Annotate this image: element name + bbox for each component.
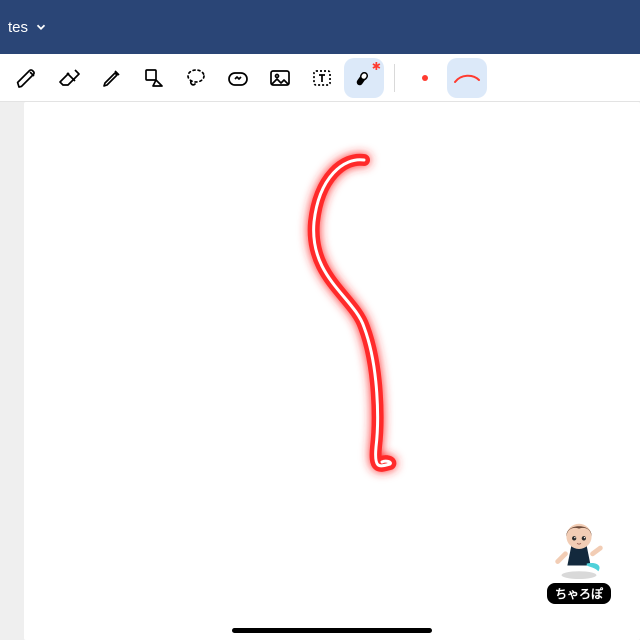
document-title-text: tes	[8, 19, 28, 36]
app-root: tes ✱	[0, 0, 640, 640]
lasso-tool[interactable]	[176, 58, 216, 98]
stroke-preview[interactable]	[447, 58, 487, 98]
left-gutter	[0, 102, 24, 640]
drawing-canvas[interactable]: ちゃろぽ	[24, 102, 640, 640]
highlighter-tool[interactable]	[92, 58, 132, 98]
text-icon	[310, 66, 334, 90]
laser-pointer-tool[interactable]: ✱	[344, 58, 384, 98]
lasso-icon	[184, 66, 208, 90]
content-area: ちゃろぽ	[0, 102, 640, 640]
text-tool[interactable]	[302, 58, 342, 98]
sticker-tool[interactable]	[218, 58, 258, 98]
image-icon	[268, 66, 292, 90]
pen-icon	[16, 66, 40, 90]
shape-icon	[142, 66, 166, 90]
toolbar: ✱	[0, 54, 640, 102]
pen-tool[interactable]	[8, 58, 48, 98]
highlighter-icon	[100, 66, 124, 90]
color-dot-icon	[422, 75, 428, 81]
document-title-dropdown[interactable]: tes	[8, 19, 48, 36]
color-picker[interactable]	[405, 58, 445, 98]
laser-indicator-icon: ✱	[372, 62, 381, 73]
eraser-icon	[58, 66, 82, 90]
laser-stroke	[24, 102, 640, 640]
home-indicator[interactable]	[232, 628, 432, 633]
stroke-preview-icon	[453, 70, 481, 86]
shape-tool[interactable]	[134, 58, 174, 98]
header-bar: tes	[0, 0, 640, 54]
sticker-icon	[226, 66, 250, 90]
eraser-tool[interactable]	[50, 58, 90, 98]
toolbar-divider	[394, 64, 395, 92]
chevron-down-icon	[34, 20, 48, 34]
image-tool[interactable]	[260, 58, 300, 98]
